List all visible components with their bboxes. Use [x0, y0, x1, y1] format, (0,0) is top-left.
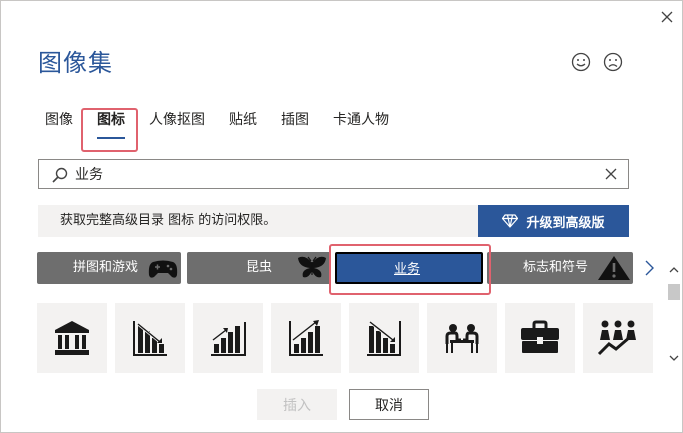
category-insects[interactable]: 昆虫 [187, 252, 331, 284]
search-icon [52, 167, 68, 183]
scroll-down-button[interactable] [667, 351, 681, 365]
category-business[interactable]: 业务 [335, 252, 483, 284]
chevron-up-icon [669, 267, 679, 273]
category-next-button[interactable] [641, 257, 657, 279]
tab-icons[interactable]: 图标 [97, 105, 125, 139]
icon-result-tile[interactable] [427, 303, 497, 373]
scroll-up-button[interactable] [667, 263, 681, 277]
close-button[interactable] [656, 6, 678, 28]
team-growth-icon [597, 320, 636, 356]
premium-banner: 获取完整高级目录 图标 的访问权限。 升级到高级版 [38, 205, 629, 237]
down-chart-icon [367, 320, 401, 356]
declining-chart-icon [133, 321, 167, 356]
icon-result-tile[interactable] [349, 303, 419, 373]
icon-result-tile[interactable] [505, 303, 575, 373]
rising-chart-icon [289, 320, 323, 356]
gamepad-icon [148, 260, 178, 278]
category-label: 标志和符号 [523, 260, 589, 275]
icon-result-tile[interactable] [115, 303, 185, 373]
category-label: 昆虫 [246, 260, 273, 275]
tab-cutout-people[interactable]: 人像抠图 [149, 105, 205, 135]
upgrade-button[interactable]: 升级到高级版 [478, 205, 629, 237]
icon-results-grid [37, 303, 662, 375]
search-box [38, 159, 629, 189]
results-scrollbar[interactable] [667, 263, 681, 373]
diamond-icon [502, 214, 519, 228]
chevron-down-icon [669, 355, 679, 361]
tab-cartoon-people[interactable]: 卡通人物 [333, 105, 389, 135]
tab-icons-label: 图标 [97, 112, 125, 128]
tab-stickers[interactable]: 贴纸 [229, 105, 257, 135]
category-puzzles-games[interactable]: 拼图和游戏 [37, 252, 181, 284]
meeting-icon [445, 324, 479, 353]
smile-icon [571, 52, 591, 72]
smile-feedback-button[interactable] [570, 51, 592, 73]
clear-search-button[interactable] [602, 165, 620, 183]
tab-images[interactable]: 图像 [45, 105, 73, 135]
active-tab-underline [97, 137, 125, 139]
frown-feedback-button[interactable] [602, 51, 624, 73]
search-input[interactable] [75, 163, 595, 185]
scroll-thumb[interactable] [668, 284, 680, 300]
insert-button[interactable]: 插入 [257, 389, 337, 420]
tab-illustrations[interactable]: 插图 [281, 105, 309, 135]
close-icon [661, 11, 673, 23]
category-label: 拼图和游戏 [73, 260, 139, 275]
bar-chart-icon [211, 322, 246, 356]
clear-icon [605, 168, 617, 180]
warning-sign-icon [598, 256, 630, 280]
cancel-button[interactable]: 取消 [349, 389, 429, 420]
image-collection-dialog: 图像集 图像 图标 人像抠图 贴纸 插图 卡通人物 获取完整高级目录 图标 的访… [0, 0, 683, 433]
icon-result-tile[interactable] [193, 303, 263, 373]
icon-result-tile[interactable] [37, 303, 107, 373]
upgrade-button-label: 升级到高级版 [526, 215, 605, 231]
frown-icon [603, 52, 623, 72]
butterfly-icon [298, 256, 326, 278]
icon-result-tile[interactable] [271, 303, 341, 373]
bank-icon [55, 321, 89, 355]
briefcase-icon [521, 320, 559, 353]
category-carousel: 拼图和游戏 昆虫 业务 标志和符号 [37, 252, 633, 284]
category-label: 业务 [394, 262, 421, 277]
icon-result-tile[interactable] [583, 303, 653, 373]
premium-banner-text: 获取完整高级目录 图标 的访问权限。 [60, 213, 277, 228]
dialog-title: 图像集 [38, 49, 113, 77]
chevron-right-icon [645, 260, 654, 276]
category-signs-symbols[interactable]: 标志和符号 [487, 252, 633, 284]
